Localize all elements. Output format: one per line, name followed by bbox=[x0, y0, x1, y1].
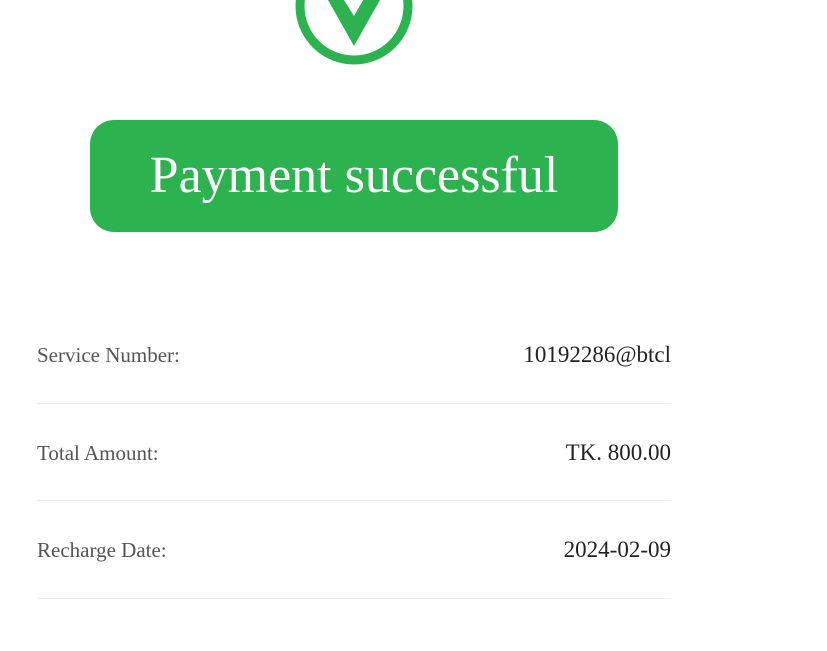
service-number-value: 10192286@btcl bbox=[523, 342, 671, 367]
check-circle-icon bbox=[294, 0, 414, 66]
total-amount-row: Total Amount: TK. 800.00 bbox=[37, 404, 671, 501]
payment-success-message: Payment successful bbox=[149, 147, 559, 204]
total-amount-label: Total Amount: bbox=[37, 440, 159, 465]
recharge-date-row: Recharge Date: 2024-02-09 bbox=[37, 501, 671, 599]
total-amount-value: TK. 800.00 bbox=[565, 439, 671, 465]
recharge-date-value: 2024-02-09 bbox=[563, 537, 671, 562]
service-number-row: Service Number: 10192286@btcl bbox=[37, 306, 671, 404]
payment-success-banner: Payment successful bbox=[90, 120, 618, 232]
payment-details: Service Number: 10192286@btcl Total Amou… bbox=[37, 306, 671, 599]
service-number-label: Service Number: bbox=[37, 343, 180, 367]
recharge-date-label: Recharge Date: bbox=[37, 538, 167, 562]
